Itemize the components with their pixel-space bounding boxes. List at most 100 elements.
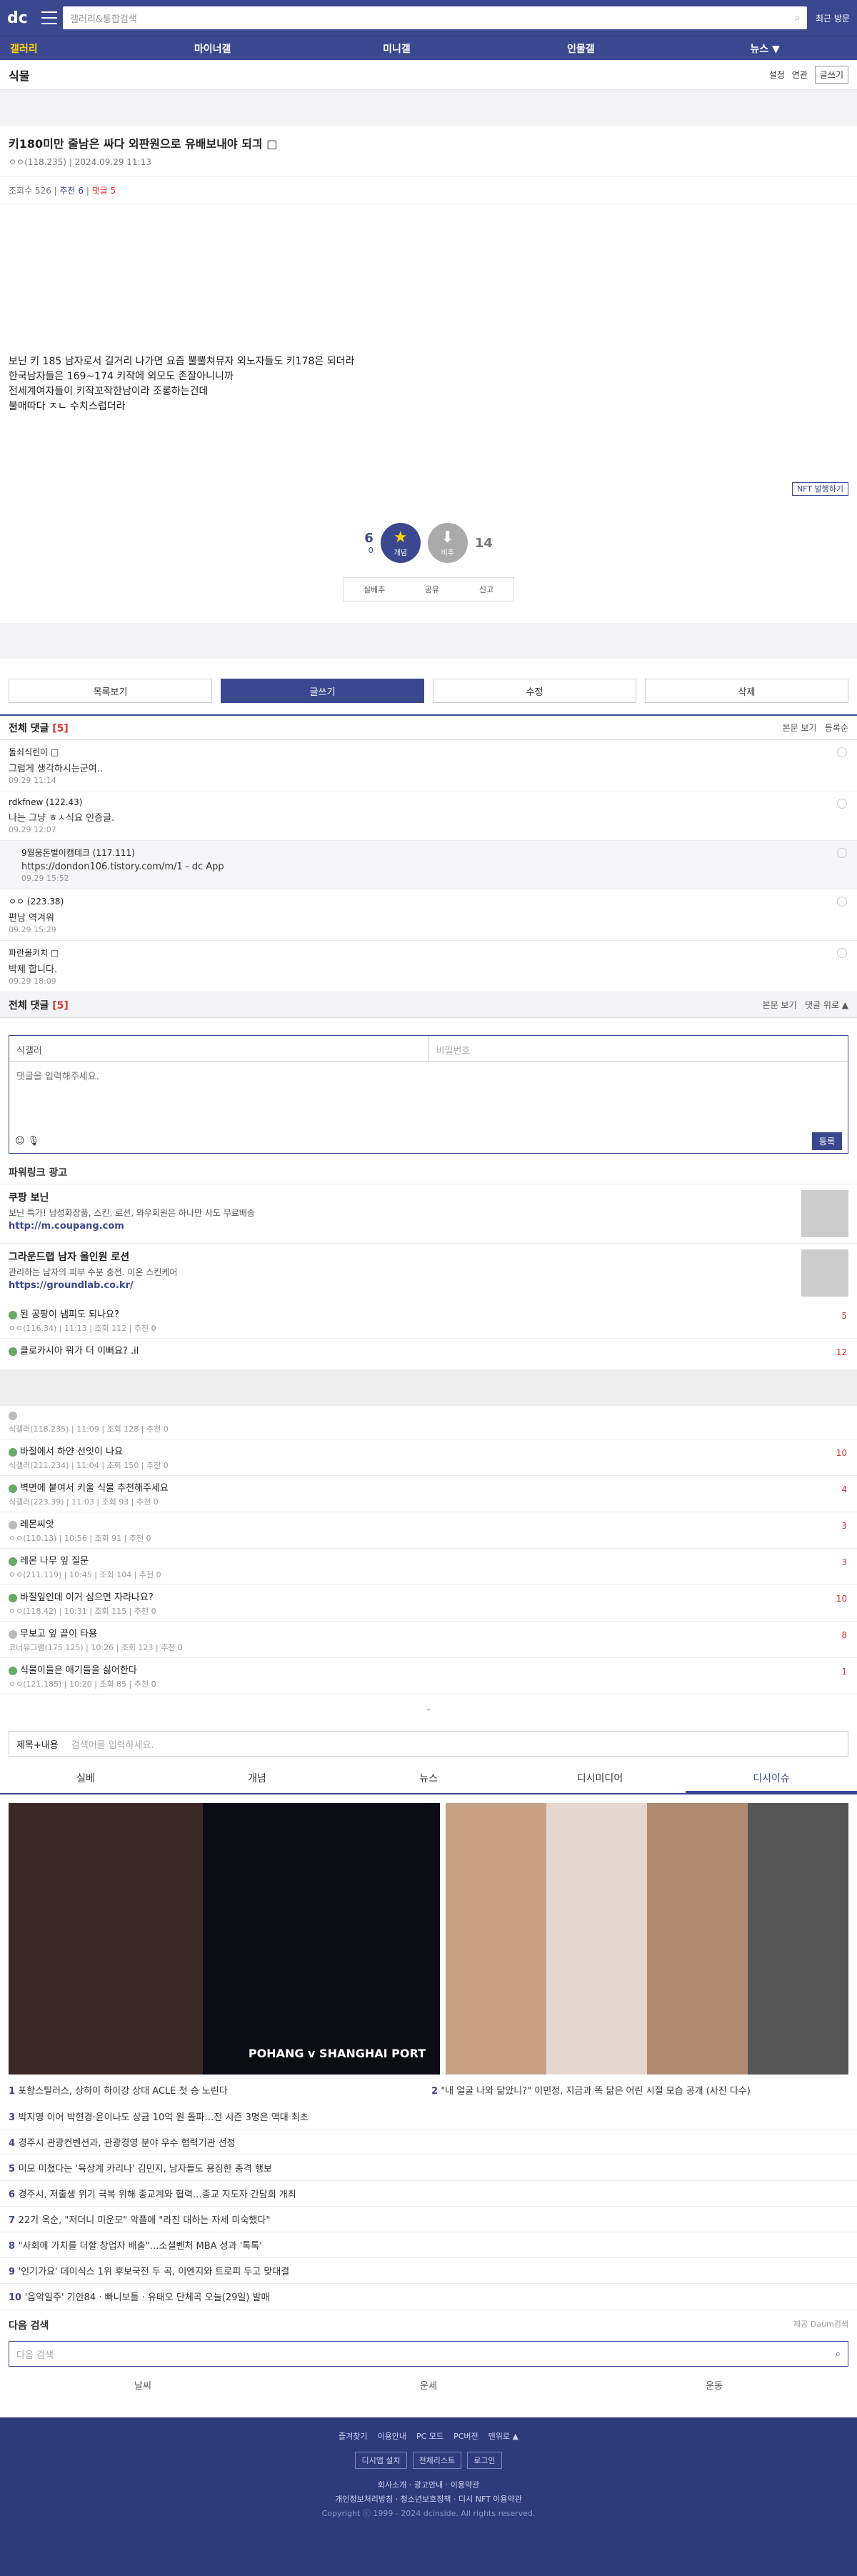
- nft-button[interactable]: NFT 발행하기: [791, 482, 848, 496]
- list-item[interactable]: 바질잎인데 이거 심으면 자라나요? ㅇㅇ(118.42) | 10:31 | 조…: [0, 1585, 857, 1622]
- news-item[interactable]: 8 "사회에 가치를 더할 창업자 배출"…소셜벤처 MBA 성과 '톡톡': [0, 2232, 857, 2258]
- caption-2[interactable]: 2 "내 얼굴 나와 닮았니?" 이민정, 지금과 똑 닮은 어린 시절 모습 …: [431, 2083, 848, 2097]
- comment-author[interactable]: ㅇㅇ (223.38): [9, 895, 848, 907]
- share-button[interactable]: 공유: [425, 584, 439, 595]
- gallery-title[interactable]: 식물: [9, 66, 29, 84]
- list-button[interactable]: 목록보기: [9, 679, 212, 703]
- post-author[interactable]: ㅇㅇ(118.235): [9, 157, 66, 167]
- comment-count[interactable]: 댓글 5: [92, 186, 116, 196]
- news-item[interactable]: 7 22기 옥순, "저더니 미운모" 악플에 "라진 대하는 자세 미숙했다": [0, 2207, 857, 2232]
- to-comments-top[interactable]: 댓글 위로 ▲: [805, 1000, 848, 1010]
- tab-dcissue[interactable]: 디시이슈: [686, 1765, 857, 1793]
- list-title[interactable]: 무보고 잎 끝이 타용: [9, 1626, 848, 1639]
- footer-link[interactable]: PC버전: [453, 2430, 478, 2442]
- footer-link[interactable]: PC 모드: [416, 2430, 443, 2442]
- comment-textarea[interactable]: [9, 1062, 848, 1126]
- delete-comment-icon[interactable]: [837, 848, 847, 858]
- list-item[interactable]: 바질에서 하얀 선잇이 나요 식갤러(211.234) | 11:04 | 조회 …: [0, 1439, 857, 1476]
- news-item[interactable]: 4 경주시 관광컨벤션과, 관광경영 분야 우수 협력기관 선정: [0, 2130, 857, 2155]
- list-item[interactable]: 벽면에 붙여서 키울 식물 추천해주세요 식갤러(223.39) | 11:03 …: [0, 1476, 857, 1512]
- menu-icon[interactable]: [41, 11, 57, 24]
- footer-link[interactable]: 즐겨찾기: [339, 2430, 367, 2442]
- nav-person[interactable]: 인물갤: [488, 41, 673, 56]
- emoji-icon[interactable]: ☺ 🎙: [15, 1136, 39, 1147]
- comment-author[interactable]: 돌쇠식린이 □: [9, 746, 848, 758]
- ad-title[interactable]: 쿠팡 보닌: [9, 1192, 49, 1204]
- sort-select[interactable]: 등록순: [825, 723, 848, 733]
- footer-link[interactable]: 맨위로 ▲: [488, 2430, 518, 2442]
- view-body-button-2[interactable]: 본문 보기: [763, 1000, 797, 1010]
- more-chevron-icon[interactable]: ⌄: [0, 1694, 857, 1722]
- report-button[interactable]: 신고: [479, 584, 493, 595]
- news-image-1[interactable]: POHANG v SHANGHAI PORT: [9, 1803, 440, 2075]
- delete-comment-icon[interactable]: [837, 948, 847, 958]
- ad-thumbnail[interactable]: [801, 1190, 848, 1237]
- comment-author[interactable]: 파란몰키치 □: [9, 947, 848, 959]
- delete-comment-icon[interactable]: [837, 897, 847, 907]
- search-input[interactable]: 갤러리&통합검색 ⌕: [63, 6, 808, 29]
- login-button[interactable]: 로그인: [467, 2452, 502, 2469]
- list-title[interactable]: 된 공팡이 냄피도 되나요?: [9, 1307, 848, 1320]
- nav-gallery[interactable]: 갤러리: [0, 41, 121, 56]
- list-item[interactable]: 식갤러(118.235) | 11:09 | 조회 128 | 추천 0: [0, 1406, 857, 1439]
- upvote-button[interactable]: ★ 개념: [380, 523, 421, 563]
- related-button[interactable]: 연관: [792, 69, 808, 81]
- list-item[interactable]: 레몬 나무 잎 질문 ㅇㅇ(211.119) | 10:45 | 조회 104 |…: [0, 1549, 857, 1585]
- nav-minor[interactable]: 마이너갤: [121, 41, 305, 56]
- ad-url[interactable]: https://groundlab.co.kr/: [9, 1280, 134, 1291]
- list-title[interactable]: 바질잎인데 이거 심으면 자라나요?: [9, 1589, 848, 1603]
- password-field[interactable]: 비밀번호: [428, 1036, 848, 1061]
- ad-item[interactable]: 쿠팡 보닌 보닌 특가! 남성화장품, 스킨, 로션, 와우회원은 하나만 사도 …: [0, 1184, 857, 1243]
- ad-thumbnail[interactable]: [801, 1249, 848, 1297]
- news-item[interactable]: 9 '인기가요' 데이식스 1위 후보국전 두 곡, 이엔지와 트로피 두고 맞…: [0, 2258, 857, 2284]
- list-item[interactable]: 식물이들은 애기들을 싫어한다 ㅇㅇ(121.185) | 10:20 | 조회 …: [0, 1658, 857, 1694]
- list-title[interactable]: 클로카시아 뭐가 더 이뻐요? .il: [9, 1343, 848, 1357]
- sports-link[interactable]: 운동: [571, 2378, 857, 2392]
- submit-button[interactable]: 등록: [811, 1132, 842, 1150]
- list-item[interactable]: 클로카시아 뭐가 더 이뻐요? .il 12: [0, 1339, 857, 1370]
- silbe-button[interactable]: 실베추: [364, 584, 385, 595]
- list-title[interactable]: [9, 1410, 848, 1421]
- list-title[interactable]: 바질에서 하얀 선잇이 나요: [9, 1444, 848, 1457]
- news-item[interactable]: 5 미모 미쳤다는 '육상계 카리나' 김민지, 남자들도 용짐한 충격 행보: [0, 2155, 857, 2181]
- delete-comment-icon[interactable]: [837, 799, 847, 809]
- search-icon[interactable]: ⌕: [836, 2349, 841, 2360]
- nav-mini[interactable]: 미니갤: [305, 41, 489, 56]
- bottom-search[interactable]: 제목+내용 검색어를 입력하세요.: [9, 1731, 848, 1757]
- news-item[interactable]: 10 '음악일주' 기안84 · 빠니보틀 · 유태오 단체곡 오늘(29일) …: [0, 2284, 857, 2310]
- list-title[interactable]: 레몬씨앗: [9, 1517, 848, 1530]
- weather-link[interactable]: 날씨: [0, 2378, 286, 2392]
- tab-gaenyeom[interactable]: 개념: [171, 1765, 343, 1793]
- footer-row[interactable]: 회사소개 · 광고안내 · 이용약관: [0, 2479, 857, 2490]
- tab-news[interactable]: 뉴스: [343, 1765, 514, 1793]
- comment-author[interactable]: 9월웅돈벌이캠테크 (117.111): [21, 847, 848, 859]
- list-item[interactable]: 레몬씨앗 ㅇㅇ(110.13) | 10:56 | 조회 91 | 추천 0 3: [0, 1512, 857, 1549]
- news-item[interactable]: 3 박지영 이어 박현경·윤이나도 상금 10억 원 돌파…전 시즌 3명은 역…: [0, 2104, 857, 2130]
- nav-news[interactable]: 뉴스 ▼: [673, 41, 857, 56]
- ad-url[interactable]: http://m.coupang.com: [9, 1221, 124, 1232]
- tab-dcmedia[interactable]: 디시미디어: [514, 1765, 686, 1793]
- dc-logo[interactable]: dc: [7, 6, 36, 29]
- search-icon[interactable]: ⌕: [795, 13, 800, 24]
- comment-author[interactable]: rdkfnew (122.43): [9, 797, 848, 807]
- search-type-select[interactable]: 제목+내용: [16, 1737, 59, 1751]
- view-body-button[interactable]: 본문 보기: [782, 723, 816, 733]
- list-item[interactable]: 무보고 잎 끝이 타용 코너유그램(175.125) | 10:26 | 조회 1…: [0, 1622, 857, 1658]
- delete-button[interactable]: 삭제: [645, 679, 848, 703]
- name-field[interactable]: 식갤러: [9, 1036, 428, 1061]
- write-post-button[interactable]: 글쓰기: [221, 679, 424, 703]
- news-item[interactable]: 6 경주시, 저출생 위기 극복 위해 종교계와 협력…종교 지도자 간담회 개…: [0, 2181, 857, 2207]
- daum-search-input[interactable]: 다음 검색 ⌕: [9, 2341, 848, 2367]
- ad-item[interactable]: 그라운드랩 남자 올인원 로션 관리하는 남자의 피부 수분 충전. 이온 스킨케…: [0, 1243, 857, 1302]
- write-button[interactable]: 글쓰기: [814, 66, 848, 84]
- app-install-button[interactable]: 디시앱 설치: [355, 2452, 407, 2469]
- edit-button[interactable]: 수정: [433, 679, 636, 703]
- news-image-2[interactable]: [446, 1803, 848, 2075]
- footer-row[interactable]: 개인정보처리방침 · 청소년보호정책 · 디시 NFT 이용약관: [0, 2493, 857, 2505]
- fortune-link[interactable]: 운세: [286, 2378, 571, 2392]
- settings-button[interactable]: 설정: [769, 69, 785, 81]
- downvote-button[interactable]: ⬇ 비추: [427, 523, 468, 563]
- caption-1[interactable]: 1 포항스틸러스, 상하이 하이강 상대 ACLE 첫 승 노린다: [9, 2083, 426, 2097]
- list-title[interactable]: 벽면에 붙여서 키울 식물 추천해주세요: [9, 1480, 848, 1494]
- recent-visit-button[interactable]: 최근 방문: [816, 12, 850, 24]
